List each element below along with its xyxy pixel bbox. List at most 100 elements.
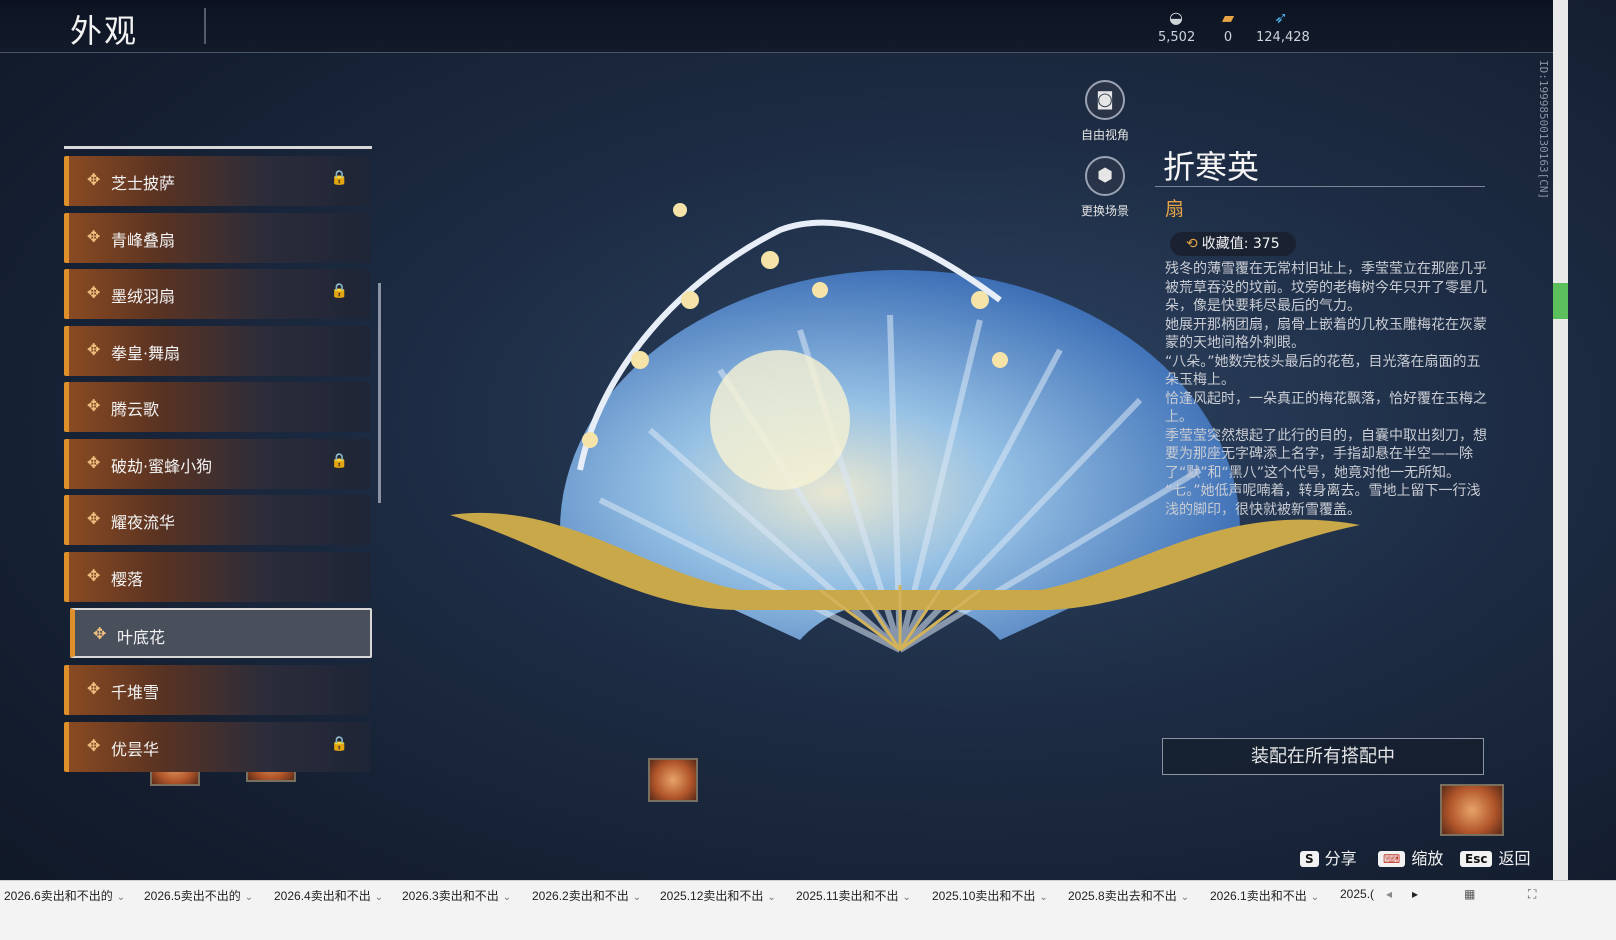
spreadsheet-tab-bar: 2026.6卖出和不出的 ⌄ 2026.5卖出不出的 ⌄ 2026.4卖出和不出 ⌄ … (0, 880, 1616, 940)
sheet-tab[interactable]: 2025.12卖出和不出 ⌄ (660, 887, 776, 904)
grid-view-icon[interactable]: ▦ (1464, 887, 1475, 901)
skin-list[interactable]: ✥ 芝士披萨 🔒 ✥ 青峰叠扇 ✥ 墨绒羽扇 🔒 ✥ 拳皇·舞扇 ✥ 腾云歌 ✥… (64, 148, 372, 774)
currency-ticket-value: 0 (1223, 30, 1233, 45)
sheet-tab[interactable]: 2026.4卖出和不出 ⌄ (274, 887, 383, 904)
list-item-label: 芝士披萨 (111, 174, 176, 193)
description-paragraph: 恰逢风起时，一朵真正的梅花飘落，恰好覆在玉梅之上。 (1165, 390, 1487, 426)
list-item[interactable]: ✥ 芝士披萨 🔒 (64, 156, 370, 206)
feather-currency-icon: ➶ (1274, 8, 1288, 27)
knot-icon: ✥ (87, 227, 101, 246)
knot-icon: ✥ (87, 283, 101, 302)
right-edge-strip (1553, 0, 1568, 880)
share-label: 分享 (1324, 849, 1357, 868)
mask-currency-icon: ◒ (1169, 8, 1183, 27)
description-paragraph: “七。”她低声呢喃着，转身离去。雪地上留下一行浅浅的脚印，很快就被新雪覆盖。 (1165, 483, 1481, 518)
knot-icon: ✥ (87, 396, 101, 415)
knot-icon: ✥ (87, 679, 101, 698)
list-item[interactable]: ✥ 拳皇·舞扇 (64, 326, 370, 376)
tab-scroll-left-icon[interactable]: ◂ (1386, 887, 1392, 901)
sheet-tab[interactable]: 2026.5卖出不出的 ⌄ (144, 887, 253, 904)
camera-icon: ◙ (1085, 80, 1125, 120)
description-paragraph: 她展开那柄团扇，扇骨上嵌着的几枚玉雕梅花在灰蒙蒙的天地间格外刺眼。 (1165, 316, 1487, 352)
description-paragraph: “八朵。”她数完枝头最后的花苞，目光落在扇面的五朵玉梅上。 (1165, 353, 1481, 389)
lock-icon: 🔒 (330, 453, 348, 469)
list-item[interactable]: ✥ 樱落 (64, 552, 370, 602)
sheet-tab[interactable]: 2026.1卖出和不出 ⌄ (1210, 887, 1319, 904)
right-edge-marker (1553, 283, 1568, 319)
list-item[interactable]: ✥ 千堆雪 (64, 665, 370, 715)
cube-icon: ⬢ (1085, 156, 1125, 196)
esc-key: Esc (1460, 851, 1493, 867)
list-item[interactable]: ✥ 青峰叠扇 (64, 213, 370, 263)
page-title: 外观 (70, 12, 139, 50)
list-item-label: 优昙华 (111, 740, 160, 759)
change-scene-label: 更换场景 (1080, 204, 1129, 218)
item-type: 扇 (1165, 198, 1185, 220)
knot-icon: ✥ (87, 340, 101, 359)
share-hint[interactable]: S 分享 (1300, 845, 1357, 869)
sheet-tab[interactable]: 2025.( (1340, 887, 1374, 901)
lock-icon: 🔒 (330, 736, 348, 752)
lock-icon: 🔒 (330, 170, 348, 186)
sheet-tab[interactable]: 2025.10卖出和不出 ⌄ (932, 887, 1048, 904)
list-item[interactable]: ✥ 腾云歌 (64, 382, 370, 432)
list-item-label: 叶底花 (117, 628, 166, 647)
collection-value: 收藏值: 375 (1201, 236, 1280, 252)
sheet-tab[interactable]: 2025.8卖出去和不出 ⌄ (1068, 887, 1189, 904)
description-paragraph: 残冬的薄雪覆在无常村旧址上，季莹莹立在那座几乎被荒草吞没的坟前。坟旁的老梅树今年… (1165, 261, 1487, 314)
currency-mask: ◒ 5,502 (1158, 8, 1196, 45)
tab-scroll-right-icon[interactable]: ▸ (1412, 887, 1418, 901)
change-scene-button[interactable]: ⬢ 更换场景 (1070, 156, 1140, 219)
equip-all-button[interactable]: 装配在所有搭配中 (1162, 738, 1484, 775)
list-item-label: 破劫·蜜蜂小狗 (111, 457, 213, 476)
name-divider (1155, 186, 1485, 187)
back-hint[interactable]: Esc 返回 (1460, 845, 1530, 869)
currency-ticket: ▰ 0 (1214, 8, 1242, 45)
player-id: ID:19998500130163[CN] (1537, 60, 1550, 200)
item-description: 残冬的薄雪覆在无常村旧址上，季莹莹立在那座几乎被荒草吞没的坟前。坟旁的老梅树今年… (1165, 260, 1487, 519)
title-divider (204, 8, 206, 44)
currency-feather: ➶ 124,428 (1256, 8, 1310, 45)
share-key: S (1300, 851, 1319, 867)
description-paragraph: 季莹莹突然想起了此行的目的，自囊中取出刻刀，想要为那座无字碑添上名字，手指却悬在… (1165, 427, 1487, 481)
list-scrollbar[interactable] (378, 283, 381, 503)
sheet-tab[interactable]: 2026.6卖出和不出的 ⌄ (4, 887, 125, 904)
list-item[interactable]: ✥ 破劫·蜜蜂小狗 🔒 (64, 439, 370, 489)
free-view-label: 自由视角 (1080, 128, 1129, 142)
list-item-label: 拳皇·舞扇 (111, 344, 181, 363)
free-view-button[interactable]: ◙ 自由视角 (1070, 80, 1140, 143)
knot-icon: ✥ (87, 170, 101, 189)
currency-mask-value: 5,502 (1158, 30, 1196, 45)
list-item-label: 樱落 (111, 570, 144, 589)
sheet-tab[interactable]: 2026.3卖出和不出 ⌄ (402, 887, 511, 904)
zoom-hint[interactable]: ⌨ 缩放 (1378, 845, 1443, 869)
zoom-key-icon: ⌨ (1378, 851, 1406, 867)
top-bar: 外观 ◒ 5,502 ▰ 0 ➶ 124,428 (0, 0, 1568, 53)
knot-icon: ✥ (87, 566, 101, 585)
list-item[interactable]: ✥ 耀夜流华 (64, 495, 370, 545)
list-item-label: 墨绒羽扇 (111, 287, 176, 306)
sheet-tab[interactable]: 2026.2卖出和不出 ⌄ (532, 887, 641, 904)
knot-icon: ✥ (87, 453, 101, 472)
lock-icon: 🔒 (330, 283, 348, 299)
list-item-label: 千堆雪 (111, 683, 160, 702)
knot-icon: ✥ (93, 624, 107, 643)
list-item[interactable]: ✥ 墨绒羽扇 🔒 (64, 269, 370, 319)
list-item-selected[interactable]: ✥ 叶底花 (70, 608, 372, 658)
list-item-label: 腾云歌 (111, 400, 160, 419)
collection-icon: ⟲ (1186, 236, 1198, 252)
lantern-decoration (648, 758, 698, 802)
list-item-label: 青峰叠扇 (111, 231, 176, 250)
sheet-tab[interactable]: 2025.11卖出和不出 ⌄ (796, 887, 911, 904)
ticket-currency-icon: ▰ (1221, 8, 1235, 27)
fullscreen-icon[interactable]: ⛶ (1528, 887, 1536, 902)
item-name: 折寒英 (1163, 148, 1260, 186)
back-label: 返回 (1498, 849, 1531, 868)
collection-value-badge: ⟲ 收藏值: 375 (1170, 232, 1296, 256)
knot-icon: ✥ (87, 736, 101, 755)
lantern-decoration (1440, 784, 1504, 836)
list-item-label: 耀夜流华 (111, 513, 176, 532)
knot-icon: ✥ (87, 509, 101, 528)
currency-feather-value: 124,428 (1256, 30, 1310, 45)
list-item[interactable]: ✥ 优昙华 🔒 (64, 722, 370, 772)
